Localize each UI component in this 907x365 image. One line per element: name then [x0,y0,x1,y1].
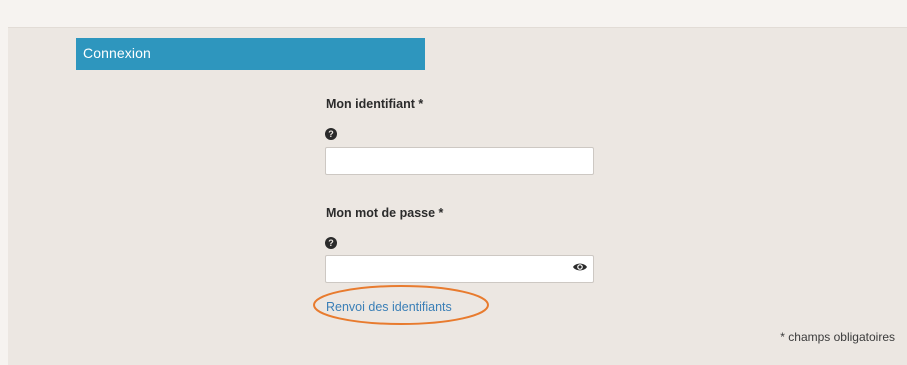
identifier-input[interactable] [325,147,594,175]
tab-connexion[interactable]: Connexion [76,38,425,70]
question-circle-icon[interactable]: ? [325,128,337,140]
password-input[interactable] [325,255,594,283]
identifier-label: Mon identifiant * [326,97,424,111]
required-fields-note: * champs obligatoires [780,330,895,344]
password-label: Mon mot de passe * [326,206,444,220]
login-panel: Connexion [8,27,907,365]
question-circle-icon[interactable]: ? [325,237,337,249]
eye-icon[interactable] [572,260,588,274]
resend-credentials-link[interactable]: Renvoi des identifiants [326,300,452,314]
page: Connexion Mon identifiant * ? Mon mot de… [0,0,907,365]
